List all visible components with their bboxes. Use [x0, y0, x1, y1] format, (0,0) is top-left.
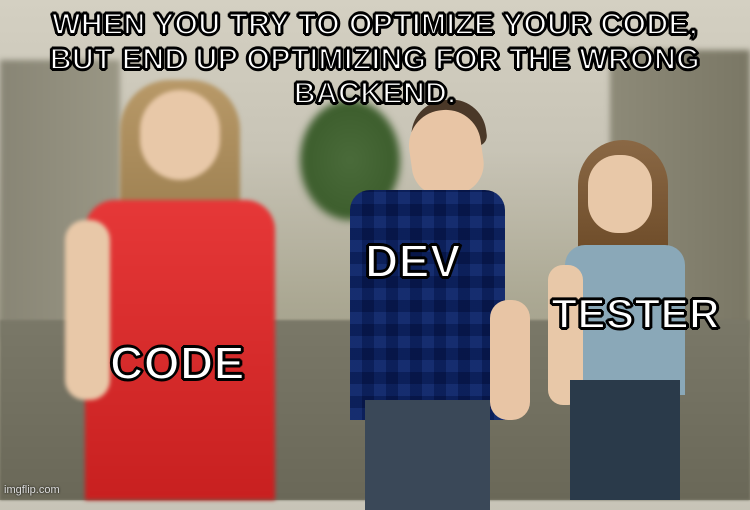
figure-man-distracted	[310, 80, 520, 500]
label-right: TESTER	[551, 290, 720, 338]
label-left: CODE	[110, 337, 245, 390]
meme-image: WHEN YOU TRY TO OPTIMIZE YOUR CODE, BUT …	[0, 0, 750, 500]
label-center: DEV	[365, 235, 461, 288]
watermark: imgflip.com	[4, 484, 60, 496]
caption-top: WHEN YOU TRY TO OPTIMIZE YOUR CODE, BUT …	[0, 8, 750, 112]
figure-woman-red	[30, 70, 310, 500]
